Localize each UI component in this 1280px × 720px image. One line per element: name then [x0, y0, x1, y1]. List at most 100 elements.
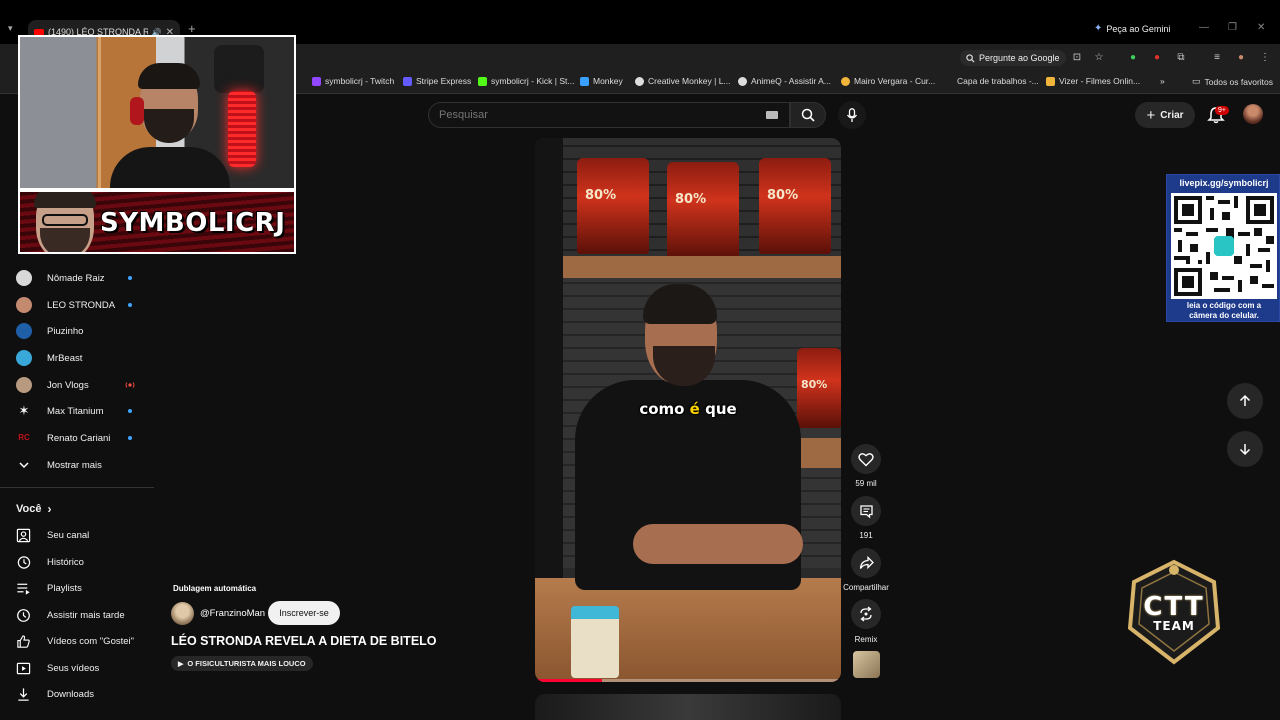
- sidebar-subscription-item[interactable]: Piuzinho: [16, 323, 83, 339]
- sidebar-subscription-item[interactable]: MrBeast: [16, 350, 82, 366]
- ask-google-button[interactable]: Pergunte ao Google: [960, 50, 1066, 66]
- browser-menu-icon[interactable]: ⋮: [1260, 53, 1270, 63]
- new-tab-button[interactable]: +: [188, 21, 196, 36]
- tab-search-chevron-icon[interactable]: ▾: [8, 23, 13, 34]
- next-short-button[interactable]: [1227, 431, 1263, 467]
- bookmark-label: Mairo Vergara - Cur...: [854, 76, 936, 86]
- comments-button[interactable]: [851, 496, 881, 526]
- webcam-overlay: [18, 35, 296, 190]
- sound-thumbnail[interactable]: [853, 651, 880, 678]
- bookmark-item[interactable]: Vizer - Filmes Onlin...: [1046, 76, 1140, 86]
- sidebar-item-liked-videos[interactable]: Vídeos com "Gostei": [16, 633, 134, 649]
- video-progress-bar[interactable]: [535, 679, 603, 682]
- account-avatar[interactable]: [1243, 104, 1263, 124]
- short-title[interactable]: LÉO STRONDA REVELA A DIETA DE BITELO: [171, 634, 437, 648]
- streamer-banner: SYMBOLICRJ: [18, 190, 296, 254]
- sidebar-item-watch-later[interactable]: Assistir mais tarde: [16, 607, 125, 623]
- bag-label: 80%: [585, 188, 617, 203]
- reading-list-icon[interactable]: ≡: [1212, 53, 1222, 63]
- sidebar-subscription-item[interactable]: RC Renato Cariani: [16, 430, 110, 446]
- caption-text: como: [639, 400, 690, 418]
- new-content-dot: [128, 409, 132, 413]
- streamer-beard: [144, 109, 194, 143]
- heart-icon: [858, 452, 874, 466]
- video-protein-bag: 80%: [577, 158, 649, 254]
- remix-button[interactable]: [851, 599, 881, 629]
- extensions-puzzle-icon[interactable]: ⧉: [1176, 53, 1186, 63]
- share-button[interactable]: [851, 548, 881, 578]
- close-window-icon[interactable]: ✕: [1257, 22, 1265, 33]
- minimize-icon[interactable]: —: [1199, 22, 1209, 33]
- qr-url: livepix.gg/symbolicrj: [1179, 178, 1269, 188]
- create-button[interactable]: + Criar: [1135, 102, 1195, 128]
- sidebar-item-your-channel[interactable]: Seu canal: [16, 527, 89, 543]
- sidebar-item-playlists[interactable]: Playlists: [16, 580, 82, 596]
- playlist-chip[interactable]: ▶ O FISICULTURISTA MAIS LOUCO: [171, 656, 313, 671]
- install-app-icon[interactable]: ⊡: [1072, 53, 1082, 63]
- bookmark-label: Monkey: [593, 76, 623, 86]
- remix-icon: [860, 606, 872, 622]
- show-more-button[interactable]: Mostrar mais: [16, 457, 102, 473]
- previous-short-button[interactable]: [1227, 383, 1263, 419]
- like-button[interactable]: [851, 444, 881, 474]
- live-icon: [125, 382, 135, 388]
- sidebar-item-your-videos[interactable]: Seus vídeos: [16, 660, 99, 676]
- subscription-name: MrBeast: [47, 352, 83, 364]
- sidebar-subscription-item[interactable]: ✶ Max Titanium: [16, 403, 104, 419]
- more-bookmarks-icon[interactable]: »: [1160, 76, 1165, 86]
- bookmark-item[interactable]: symbolicrj - Twitch: [312, 76, 394, 86]
- sidebar-subscription-item[interactable]: Nômade Raiz: [16, 270, 105, 286]
- ctt-logo-line2: TEAM: [1153, 619, 1195, 633]
- caricature-glasses: [42, 214, 88, 226]
- video-protein-bag: 80%: [759, 158, 831, 254]
- ctt-logo-line1: CTT: [1143, 592, 1205, 622]
- search-input[interactable]: [439, 109, 759, 121]
- bookmark-item[interactable]: Monkey: [580, 76, 623, 86]
- bookmark-item[interactable]: Capa de trabalhos -...: [944, 76, 1039, 86]
- extension-green-icon[interactable]: ●: [1128, 53, 1138, 63]
- sidebar-item-label: Downloads: [47, 688, 94, 700]
- auto-dub-label: Dublagem automática: [173, 584, 257, 593]
- creative-monkey-icon: [635, 76, 644, 86]
- lens-icon: [966, 53, 975, 63]
- extension-red-icon[interactable]: ●: [1152, 53, 1162, 63]
- bookmark-item[interactable]: Mairo Vergara - Cur...: [841, 76, 935, 86]
- you-section-heading[interactable]: Você ›: [16, 502, 51, 516]
- sidebar-item-label: Seu canal: [47, 529, 90, 541]
- search-button[interactable]: [790, 102, 826, 128]
- bookmark-item[interactable]: Stripe Express: [403, 76, 471, 86]
- channel-handle[interactable]: @FranzinoMan: [200, 608, 265, 619]
- qr-note-line: câmera do celular.: [1189, 311, 1259, 320]
- show-more-label: Mostrar mais: [47, 459, 102, 471]
- profile-icon[interactable]: ●: [1236, 53, 1246, 63]
- keyboard-icon[interactable]: [766, 111, 778, 119]
- maximize-icon[interactable]: ❐: [1228, 22, 1237, 33]
- sidebar-item-downloads[interactable]: Downloads: [16, 686, 94, 702]
- video-caption: como é que: [535, 400, 841, 418]
- gemini-sparkle-icon: ✦: [1094, 23, 1103, 34]
- video-person: [563, 284, 803, 598]
- sidebar-subscription-item[interactable]: Jon Vlogs: [16, 377, 89, 393]
- ask-gemini-button[interactable]: ✦ Peça ao Gemini: [1094, 23, 1170, 34]
- next-short-preview[interactable]: [535, 694, 841, 720]
- sidebar-item-history[interactable]: Histórico: [16, 554, 84, 570]
- you-heading-label: Você: [16, 503, 42, 515]
- subscription-name: LEO STRONDA: [47, 299, 116, 311]
- sidebar-item-label: Seus vídeos: [47, 662, 100, 674]
- sidebar-subscription-item[interactable]: LEO STRONDA: [16, 297, 115, 313]
- subscribe-button[interactable]: Inscrever-se: [268, 601, 340, 625]
- bookmark-item[interactable]: Creative Monkey | L...: [635, 76, 731, 86]
- qr-note-line: leia o código com a: [1186, 301, 1262, 310]
- voice-search-button[interactable]: [838, 101, 866, 129]
- channel-avatar[interactable]: [171, 602, 194, 625]
- bookmark-item[interactable]: AnimeQ - Assistir A...: [738, 76, 831, 86]
- search-box[interactable]: [428, 102, 790, 128]
- notification-count-badge: 9+: [1215, 106, 1229, 115]
- chevron-right-icon: ›: [47, 502, 52, 516]
- all-favorites-button[interactable]: ▭ Todos os favoritos: [1192, 76, 1273, 87]
- bookmark-item[interactable]: symbolicrj - Kick | St...: [478, 76, 574, 86]
- video-cup: [571, 606, 619, 678]
- animeq-icon: [738, 76, 747, 86]
- bookmark-star-icon[interactable]: ☆: [1094, 53, 1104, 63]
- mairo-icon: [841, 76, 850, 86]
